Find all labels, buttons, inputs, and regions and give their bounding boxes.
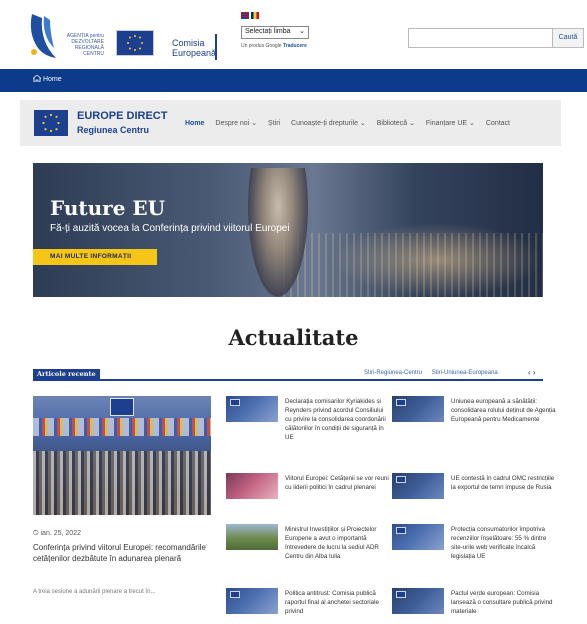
eu-flag-icon xyxy=(116,30,154,56)
news-thumbnail xyxy=(392,588,444,614)
ec-divider xyxy=(215,34,217,60)
adr-logo-line: CENTRU xyxy=(83,51,104,57)
google-note-prefix: Un produs Google xyxy=(241,43,282,49)
nav-item-stiri[interactable]: Știri xyxy=(268,120,280,127)
section-title: Actualitate xyxy=(40,325,547,350)
eu-flag-icon xyxy=(230,399,240,406)
articles-filters: Stiri-Regiunea-Centru Stiri-Uniunea-Euro… xyxy=(364,370,506,376)
eu-flag-icon xyxy=(396,476,406,483)
breadcrumb-bar: Home xyxy=(0,69,587,92)
filter-stiri-uniunea-europeana[interactable]: Stiri-Uniunea-Europeana xyxy=(432,370,498,376)
news-item[interactable]: Uniunea europeană a sănătății: consolida… xyxy=(392,396,556,456)
nav-menu: Home Despre noi ⌄ Știri Cunoaște-ți drep… xyxy=(185,119,519,127)
assembly-crowd xyxy=(33,451,211,515)
google-translate-note: Un produs Google Traducere xyxy=(241,43,307,49)
news-title: Politica antitrust: Comisia publică rapo… xyxy=(285,590,379,615)
nav-item-finantare-ue[interactable]: Finanțare UE ⌄ xyxy=(426,120,475,127)
news-title: Declarația comisarilor Kyriakides și Rey… xyxy=(285,398,386,441)
nav-item-contact[interactable]: Contact xyxy=(486,120,510,127)
news-item[interactable]: Ministrul Investițiilor și Proiectelor E… xyxy=(226,524,386,584)
adr-logo-text: AGENȚIA pentru DEZVOLTARE REGIONALĂ CENT… xyxy=(46,33,104,57)
european-commission-logo[interactable]: Comisia Europeană xyxy=(114,26,234,60)
hero-city-lights xyxy=(283,233,543,297)
news-item[interactable]: Pactul verde european: Comisia lansează … xyxy=(392,588,552,624)
hero-title: Future EU xyxy=(50,196,166,220)
news-title: Pactul verde european: Comisia lansează … xyxy=(451,590,553,615)
featured-article-excerpt: A treia sesiune a adunării plenare a tre… xyxy=(33,589,156,595)
news-title: UE contestă în cadrul OMC restricțiile l… xyxy=(451,475,555,491)
news-thumbnail xyxy=(226,473,278,499)
news-thumbnail xyxy=(226,396,278,422)
search-button[interactable]: Caută xyxy=(553,28,584,48)
news-thumbnail xyxy=(226,588,278,614)
search-input[interactable] xyxy=(408,28,553,48)
ec-logo-text: Comisia Europeană xyxy=(172,38,216,58)
news-item[interactable]: Politica antitrust: Comisia publică rapo… xyxy=(226,588,386,624)
news-thumbnail xyxy=(392,524,444,550)
google-translate-link[interactable]: Traducere xyxy=(283,43,307,49)
brand-title[interactable]: EUROPE DIRECT xyxy=(77,110,167,122)
adr-centru-logo[interactable]: AGENȚIA pentru DEZVOLTARE REGIONALĂ CENT… xyxy=(26,12,111,62)
eu-flag-icon xyxy=(230,591,240,598)
nav-item-home[interactable]: Home xyxy=(185,120,204,127)
hero-subtitle: Fă-ți auzită vocea la Conferința privind… xyxy=(50,223,290,234)
featured-article-date: 🕔︎ ian. 25, 2022 xyxy=(33,530,81,538)
filter-stiri-regiunea-centru[interactable]: Stiri-Regiunea-Centru xyxy=(364,370,422,376)
news-item[interactable]: Declarația comisarilor Kyriakides și Rey… xyxy=(226,396,386,456)
featured-article-image[interactable] xyxy=(33,396,211,515)
recent-articles-tab[interactable]: Articole recente xyxy=(33,369,100,381)
section-title-text: Actualitate xyxy=(228,325,359,350)
eu-flag-icon xyxy=(396,399,406,406)
clock-icon: 🕔︎ xyxy=(33,530,39,537)
nav-item-biblioteca[interactable]: Bibliotecă ⌄ xyxy=(377,120,415,127)
eu-flag-icon xyxy=(396,591,406,598)
news-title: Ministrul Investițiilor și Proiectelor E… xyxy=(285,526,379,560)
chevron-down-icon: ⌄ xyxy=(299,28,305,35)
eu-flag-icon xyxy=(396,527,406,534)
breadcrumb-home[interactable]: Home xyxy=(31,74,62,83)
flags-row xyxy=(33,418,211,436)
news-title: Uniunea europeană a sănătății: consolida… xyxy=(451,398,556,423)
news-title: Viitorul Europei: Cetățenii se vor reuni… xyxy=(285,475,389,491)
news-thumbnail xyxy=(226,524,278,550)
breadcrumb-home-label: Home xyxy=(42,76,62,83)
language-flags-icon[interactable] xyxy=(241,12,259,21)
top-header: AGENȚIA pentru DEZVOLTARE REGIONALĂ CENT… xyxy=(0,0,587,68)
news-item[interactable]: Protecția consumatorilor împotriva recen… xyxy=(392,524,552,584)
main-navigation: EUROPE DIRECT Regiunea Centru Home Despr… xyxy=(20,100,561,146)
news-thumbnail xyxy=(392,473,444,499)
nav-item-cunoaste-ti-drepturile[interactable]: Cunoaște-ți drepturile ⌄ xyxy=(291,120,366,127)
featured-date-text: ian. 25, 2022 xyxy=(40,530,81,537)
ec-logo-line1: Comisia xyxy=(172,38,205,48)
more-info-button[interactable]: MAI MULTE INFORMAȚII xyxy=(33,249,157,265)
articles-header: Articole recente Stiri-Regiunea-Centru S… xyxy=(33,368,543,381)
featured-article-title[interactable]: Conferința privind viitorul Europei: rec… xyxy=(33,542,211,564)
eu-flag-icon[interactable] xyxy=(34,110,68,136)
eu-flag-icon xyxy=(110,398,134,416)
language-select-value: Selectați limba xyxy=(245,28,291,35)
news-title: Protecția consumatorilor împotriva recen… xyxy=(451,526,547,560)
language-select[interactable]: Selectați limba ⌄ xyxy=(241,26,309,39)
brand-subtitle[interactable]: Regiunea Centru xyxy=(77,125,149,135)
news-thumbnail xyxy=(392,396,444,422)
ec-logo-line2: Europeană xyxy=(172,48,217,58)
hero-banner: Future EU Fă-ți auzită vocea la Conferin… xyxy=(33,163,543,297)
carousel-arrows-icon[interactable]: ‹ › xyxy=(528,368,536,377)
home-icon xyxy=(31,74,43,83)
nav-item-despre-noi[interactable]: Despre noi ⌄ xyxy=(215,120,257,127)
